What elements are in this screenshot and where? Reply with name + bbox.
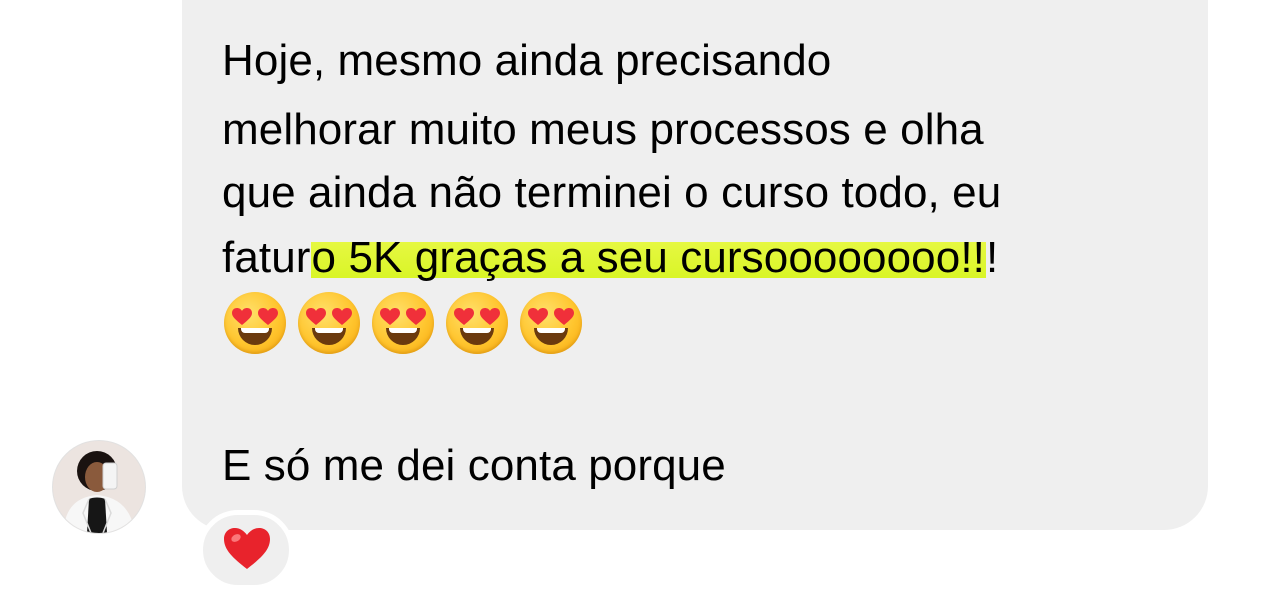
message-line-1: Hoje, mesmo ainda precisando xyxy=(222,36,832,85)
heart-eyes-emoji-icon xyxy=(372,292,434,354)
line-4-end: ! xyxy=(985,233,999,282)
heart-eyes-emoji-icon xyxy=(224,292,286,354)
heart-eyes-emoji-icon xyxy=(446,292,508,354)
reaction-badge[interactable] xyxy=(198,510,294,590)
profile-photo-icon xyxy=(53,441,145,533)
message-line-2: melhorar muito meus processos e olha xyxy=(222,105,984,154)
red-heart-icon xyxy=(224,528,270,569)
highlighted-text: o 5K graças a seu cursoooooooo!! xyxy=(310,233,986,282)
emoji-row xyxy=(224,292,582,354)
avatar[interactable] xyxy=(52,440,146,534)
heart-eyes-emoji-icon xyxy=(298,292,360,354)
message-line-4: faturo 5K graças a seu cursoooooooo!!! xyxy=(222,227,998,289)
message-last-line: E só me dei conta porque xyxy=(222,441,726,490)
line-4-start: fatur xyxy=(222,233,311,282)
message-line-3: que ainda não terminei o curso todo, eu xyxy=(222,168,1002,217)
heart-eyes-emoji-icon xyxy=(520,292,582,354)
